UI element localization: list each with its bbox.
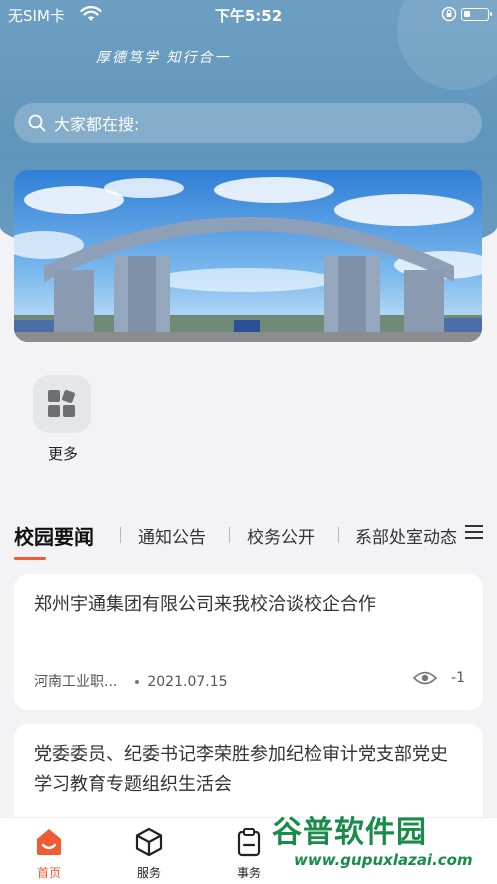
news-title: 郑州宇通集团有限公司来我校洽谈校企合作 — [34, 594, 376, 615]
watermark-logo: 谷普软件园 www.gupuxlazai.com — [272, 803, 496, 883]
tab-campus-news[interactable]: 校园要闻 — [14, 521, 94, 550]
tab-affairs[interactable]: 校务公开 — [247, 523, 315, 548]
clock: 下午5:52 — [214, 7, 283, 25]
news-views: -1 — [413, 670, 465, 686]
tab-divider — [120, 527, 121, 543]
tab-services[interactable]: 服务 — [119, 826, 179, 881]
menu-icon[interactable] — [465, 524, 483, 540]
watermark-url: www.gupuxlazai.com — [294, 851, 473, 869]
news-card[interactable]: 郑州宇通集团有限公司来我校洽谈校企合作 河南工业职... 2021.07.15 -… — [14, 574, 483, 710]
quick-action-more[interactable]: 更多 — [33, 375, 93, 464]
grid-icon — [33, 375, 91, 433]
orientation-lock-icon — [441, 6, 457, 22]
tab-department-news[interactable]: 系部处室动态 — [355, 523, 457, 548]
tab-notices[interactable]: 通知公告 — [138, 523, 206, 548]
quick-action-label: 更多 — [47, 445, 78, 463]
school-motto: 厚德笃学 知行合一 — [96, 50, 231, 66]
campus-banner[interactable] — [14, 170, 482, 342]
tab-label: 服务 — [136, 866, 161, 880]
meta-dot — [135, 680, 140, 684]
search-placeholder: 大家都在搜: — [54, 115, 140, 134]
news-meta: 河南工业职... 2021.07.15 — [34, 671, 228, 691]
battery-icon — [461, 8, 492, 21]
watermark-name: 谷普软件园 — [272, 815, 427, 850]
cube-icon — [135, 827, 163, 857]
eye-icon — [413, 671, 438, 685]
home-icon — [37, 829, 61, 855]
tab-label: 事务 — [236, 866, 261, 880]
news-source: 河南工业职... — [34, 674, 118, 690]
news-date: 2021.07.15 — [147, 674, 228, 690]
news-title: 党委委员、纪委书记李荣胜参加纪检审计党支部党史学习教育专题组织生活会 — [34, 744, 448, 795]
search-icon — [28, 114, 46, 132]
status-bar: 无SIM卡 下午5:52 — [0, 0, 497, 30]
active-tab-indicator — [14, 557, 46, 560]
news-tabs: 校园要闻 通知公告 校务公开 系部处室动态 — [0, 515, 497, 555]
tab-divider — [338, 527, 339, 543]
campus-gate-image — [14, 170, 482, 342]
tab-divider — [229, 527, 230, 543]
tab-label: 首页 — [36, 866, 61, 880]
tab-home[interactable]: 首页 — [19, 826, 79, 881]
clipboard-icon — [237, 828, 261, 857]
tab-affairs-bottom[interactable]: 事务 — [219, 826, 279, 881]
views-count: -1 — [451, 670, 465, 686]
search-bar[interactable]: 大家都在搜: — [14, 103, 482, 143]
